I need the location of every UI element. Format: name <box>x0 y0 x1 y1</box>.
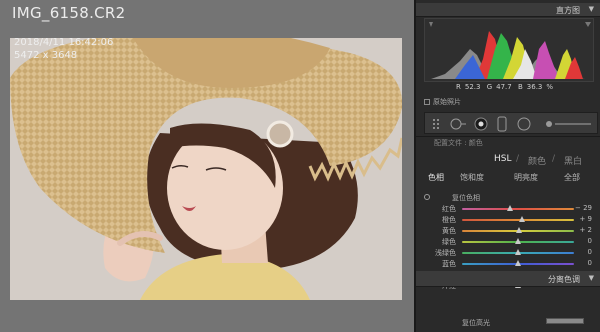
adjustment-brush-icon <box>546 121 591 127</box>
split-toning-header[interactable]: 分离色调 ▼ <box>416 271 600 287</box>
tool-strip <box>424 112 598 134</box>
slider-value[interactable]: 0 <box>572 259 592 267</box>
g-value: 47.7 <box>496 83 512 91</box>
slider-label: 浅绿色 <box>435 249 456 257</box>
checkbox-icon[interactable] <box>424 99 430 105</box>
g-label: G <box>486 83 493 91</box>
slider-thumb[interactable] <box>519 216 526 222</box>
slider-label: 黄色 <box>442 227 456 235</box>
file-name-label: IMG_6158.CR2 <box>12 4 126 22</box>
tab-hsl[interactable]: HSL <box>494 154 512 164</box>
graduated-filter-icon <box>497 116 507 132</box>
divider <box>416 136 600 137</box>
reset-hue-label[interactable]: 复位色相 <box>452 193 480 203</box>
collapse-triangle-icon[interactable]: ▼ <box>589 5 594 13</box>
shadow-clipping-icon <box>429 22 433 27</box>
original-photo-toggle[interactable]: 原始照片 <box>424 97 461 107</box>
capture-date-label: 2018/4/11 16:42:06 <box>14 37 114 48</box>
r-value: 52.3 <box>464 83 481 91</box>
tab-separator: / <box>552 154 556 164</box>
hsl-color-bw-tabs: HSL / 颜色 / 黑白 <box>416 153 600 167</box>
r-label: R <box>456 83 461 91</box>
tab-bw[interactable]: 黑白 <box>564 154 582 167</box>
rgb-readout: R 52.3 G 47.7 B 36.3% <box>456 83 557 91</box>
hue-slider-row: 绿色 0 <box>416 237 600 248</box>
red-eye-icon <box>474 117 488 131</box>
slider-label: 绿色 <box>442 238 456 246</box>
crop-grid-icon <box>433 119 439 129</box>
target-adjust-icon[interactable] <box>424 194 430 200</box>
split-toning-title: 分离色调 <box>548 275 580 284</box>
portrait-photo-image <box>10 38 402 300</box>
tab-saturation[interactable]: 饱和度 <box>460 172 484 183</box>
collapse-triangle-icon[interactable]: ▼ <box>589 274 594 282</box>
slider-thumb[interactable] <box>515 249 521 255</box>
hue-slider-row: 浅绿色 0 <box>416 248 600 259</box>
hsl-sub-tabs: 色相 饱和度 明亮度 全部 <box>416 171 600 183</box>
histogram-svg <box>429 22 591 79</box>
hue-slider-row: 橙色 + 9 <box>416 215 600 226</box>
histogram-title: 直方图 <box>556 6 580 15</box>
slider-value[interactable]: 0 <box>572 237 592 245</box>
slider-label: 红色 <box>442 205 456 213</box>
slider-track[interactable] <box>462 208 574 210</box>
b-value: 36.3 <box>526 83 543 91</box>
slider-label: 蓝色 <box>442 260 456 268</box>
slider-track[interactable] <box>462 219 574 221</box>
tab-luminance[interactable]: 明亮度 <box>514 172 538 183</box>
highlight-clipping-icon <box>585 22 591 27</box>
reset-highlights-label[interactable]: 复位高光 <box>462 318 490 328</box>
hue-reset-row: 复位色相 <box>416 193 600 203</box>
image-dimensions-label: 5472 x 3648 <box>14 50 78 61</box>
hue-slider-row: 红色 − 29 <box>416 204 600 215</box>
slider-value[interactable]: 0 <box>572 248 592 256</box>
slider-value[interactable]: − 29 <box>572 204 592 212</box>
slider-value[interactable]: + 2 <box>572 226 592 234</box>
histogram-graph[interactable] <box>424 18 594 82</box>
tab-color[interactable]: 颜色 <box>528 154 546 167</box>
tab-hue[interactable]: 色相 <box>428 172 444 183</box>
slider-thumb[interactable] <box>516 227 523 233</box>
tab-all[interactable]: 全部 <box>564 172 580 183</box>
highlight-color-swatch[interactable] <box>546 318 584 324</box>
profile-row[interactable]: 配置文件 : 颜色 <box>416 138 600 148</box>
slider-thumb[interactable] <box>515 260 521 266</box>
tab-separator: / <box>516 154 520 164</box>
spot-removal-icon <box>450 118 466 130</box>
develop-panel: 直方图 ▼ R 52.3 G 47.7 B 36.3% 原始照片 配置文件: … <box>414 0 600 332</box>
slider-value[interactable]: + 9 <box>572 215 592 223</box>
slider-label: 橙色 <box>442 216 456 224</box>
profile-label: 配置文件 : 颜色 <box>434 139 483 147</box>
photo-preview[interactable] <box>10 38 402 300</box>
hue-slider-row: 黄色 + 2 <box>416 226 600 237</box>
hue-slider-row: 蓝色 0 <box>416 259 600 270</box>
original-photo-label: 原始照片 <box>433 98 461 106</box>
image-canvas: IMG_6158.CR2 2018/4/11 16:42:06 5472 x 3… <box>0 0 414 332</box>
percent-unit: % <box>546 83 554 91</box>
radial-filter-icon <box>517 117 531 131</box>
histogram-header[interactable]: 直方图 ▼ <box>416 3 600 17</box>
slider-thumb[interactable] <box>515 238 521 244</box>
lightroom-develop-window: IMG_6158.CR2 2018/4/11 16:42:06 5472 x 3… <box>0 0 600 332</box>
tool-strip-icons <box>433 116 591 132</box>
slider-thumb[interactable] <box>507 205 514 211</box>
b-label: B <box>517 83 523 91</box>
